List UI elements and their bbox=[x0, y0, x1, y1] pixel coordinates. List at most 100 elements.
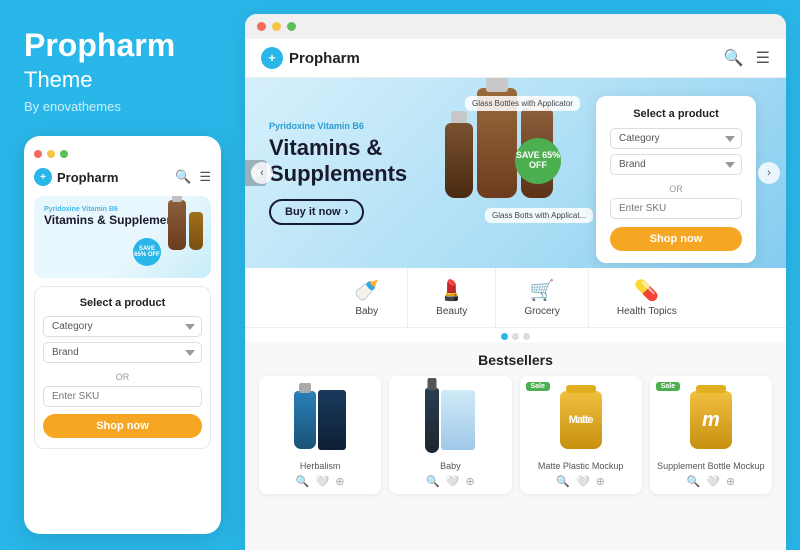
baby-icon: 🍼 bbox=[354, 278, 379, 303]
browser-bar bbox=[245, 14, 786, 39]
mobile-logo: + Propharm bbox=[34, 168, 118, 186]
right-panel: + Propharm 🔍 ☰ ⚙ Pyridoxine Vitamin B6 V… bbox=[245, 14, 786, 550]
baby-dropper bbox=[425, 388, 439, 453]
mobile-category-select[interactable]: Category bbox=[43, 316, 202, 337]
cat-dot-1 bbox=[501, 333, 508, 340]
wishlist-icon-2[interactable]: 🔍 bbox=[426, 475, 440, 488]
wishlist-icon-3[interactable]: 🔍 bbox=[556, 475, 570, 488]
product-label-baby: Baby bbox=[395, 461, 505, 471]
mobile-nav: + Propharm 🔍 ☰ bbox=[34, 168, 211, 186]
sale-badge-matte: Sale bbox=[526, 382, 550, 391]
mobile-mockup: + Propharm 🔍 ☰ Pyridoxine Vitamin B6 Vit… bbox=[24, 136, 221, 534]
site-logo: + Propharm bbox=[261, 47, 360, 69]
category-dots bbox=[245, 328, 786, 342]
mobile-hero-banner: Pyridoxine Vitamin B6 Vitamins & Supplem… bbox=[34, 196, 211, 278]
mobile-nav-icons: 🔍 ☰ bbox=[175, 169, 211, 185]
left-panel: Propharm Theme By enovathemes + Propharm… bbox=[0, 0, 245, 550]
mobile-window-dots bbox=[34, 150, 211, 158]
baby-box bbox=[441, 390, 475, 450]
bottle-1 bbox=[168, 200, 186, 250]
select-product-panel: Select a product Category Brand OR Shop … bbox=[596, 96, 756, 263]
site-hero-banner: ⚙ Pyridoxine Vitamin B6 Vitamins & Suppl… bbox=[245, 78, 786, 268]
wishlist-icon-1[interactable]: 🔍 bbox=[296, 475, 310, 488]
hero-title: Vitamins & Supplements bbox=[269, 135, 407, 188]
compare-icon-3[interactable]: ⊕ bbox=[596, 475, 605, 488]
sp-sku-input[interactable] bbox=[610, 198, 742, 219]
sp-category-select[interactable]: Category bbox=[610, 128, 742, 149]
supplement-jar-m: m bbox=[702, 409, 720, 432]
hero-next-button[interactable]: › bbox=[758, 162, 780, 184]
cart-icon-3[interactable]: 🤍 bbox=[576, 475, 590, 488]
theme-subtitle: Theme bbox=[24, 67, 221, 93]
mobile-select-product: Select a product Category Brand OR Shop … bbox=[34, 286, 211, 449]
compare-icon-4[interactable]: ⊕ bbox=[726, 475, 735, 488]
product-actions-herbalism: 🔍 🤍 ⊕ bbox=[265, 475, 375, 488]
cat-label-beauty: Beauty bbox=[436, 306, 467, 317]
product-actions-matte: 🔍 🤍 ⊕ bbox=[526, 475, 636, 488]
product-actions-baby: 🔍 🤍 ⊕ bbox=[395, 475, 505, 488]
mobile-sku-input[interactable] bbox=[43, 386, 202, 407]
mobile-shop-now-button[interactable]: Shop now bbox=[43, 414, 202, 438]
mobile-save-badge: SAVE 65% OFF bbox=[133, 238, 161, 266]
product-image-baby bbox=[395, 384, 505, 456]
herbalism-box bbox=[318, 390, 346, 450]
site-search-icon[interactable]: 🔍 bbox=[724, 48, 744, 68]
cart-icon-1[interactable]: 🤍 bbox=[316, 475, 330, 488]
site-logo-icon: + bbox=[261, 47, 283, 69]
hero-label-tag-1: Glass Bottles with Applicator bbox=[465, 96, 580, 111]
mobile-hero-bottles bbox=[168, 200, 203, 250]
hero-buy-now-button[interactable]: Buy it now › bbox=[269, 199, 364, 225]
sp-or-label: OR bbox=[610, 184, 742, 194]
matte-jar: Matte bbox=[560, 391, 602, 449]
category-item-baby[interactable]: 🍼 Baby bbox=[326, 268, 408, 327]
sp-brand-select[interactable]: Brand bbox=[610, 154, 742, 175]
site-logo-text: Propharm bbox=[289, 50, 360, 67]
hero-label-tag-2: Glass Botts with Applicat... bbox=[485, 208, 593, 223]
cat-label-grocery: Grocery bbox=[524, 306, 560, 317]
category-item-beauty[interactable]: 💄 Beauty bbox=[408, 268, 496, 327]
search-icon[interactable]: 🔍 bbox=[175, 169, 191, 185]
cat-dot-3 bbox=[523, 333, 530, 340]
product-actions-supplement: 🔍 🤍 ⊕ bbox=[656, 475, 766, 488]
grocery-icon: 🛒 bbox=[530, 278, 555, 303]
product-card-matte: Sale Matte Matte Plastic Mockup 🔍 🤍 ⊕ bbox=[520, 376, 642, 494]
bestsellers-section: Bestsellers Herbalism 🔍 🤍 ⊕ bbox=[245, 342, 786, 550]
browser-content: + Propharm 🔍 ☰ ⚙ Pyridoxine Vitamin B6 V… bbox=[245, 39, 786, 550]
matte-jar-text: Matte bbox=[569, 414, 593, 426]
mobile-or-label: OR bbox=[43, 372, 202, 382]
cart-icon-2[interactable]: 🤍 bbox=[446, 475, 460, 488]
site-nav: + Propharm 🔍 ☰ bbox=[245, 39, 786, 78]
mobile-brand-select[interactable]: Brand bbox=[43, 342, 202, 363]
mobile-select-title: Select a product bbox=[43, 297, 202, 309]
hero-prev-button[interactable]: ‹ bbox=[251, 162, 273, 184]
site-menu-icon[interactable]: ☰ bbox=[756, 48, 770, 68]
product-image-herbalism bbox=[265, 384, 375, 456]
sp-shop-now-button[interactable]: Shop now bbox=[610, 227, 742, 251]
mobile-dot-yellow bbox=[47, 150, 55, 158]
herbalism-bottle bbox=[294, 391, 316, 449]
compare-icon-1[interactable]: ⊕ bbox=[335, 475, 344, 488]
sp-title: Select a product bbox=[610, 108, 742, 120]
site-nav-icons: 🔍 ☰ bbox=[724, 48, 770, 68]
bottle-2 bbox=[189, 212, 203, 250]
mobile-dot-red bbox=[34, 150, 42, 158]
menu-icon[interactable]: ☰ bbox=[199, 169, 211, 185]
wishlist-icon-4[interactable]: 🔍 bbox=[687, 475, 701, 488]
health-icon: 💊 bbox=[634, 278, 659, 303]
browser-dot-green bbox=[287, 22, 296, 31]
product-label-herbalism: Herbalism bbox=[265, 461, 375, 471]
hero-bottle-3 bbox=[445, 123, 473, 198]
compare-icon-2[interactable]: ⊕ bbox=[465, 475, 474, 488]
supplement-jar: m bbox=[690, 391, 732, 449]
category-item-grocery[interactable]: 🛒 Grocery bbox=[496, 268, 589, 327]
mobile-logo-icon: + bbox=[34, 168, 52, 186]
product-image-matte: Matte bbox=[526, 384, 636, 456]
bestsellers-grid: Herbalism 🔍 🤍 ⊕ Baby 🔍 bbox=[259, 376, 772, 494]
cat-label-baby: Baby bbox=[355, 306, 378, 317]
browser-dot-yellow bbox=[272, 22, 281, 31]
category-item-health[interactable]: 💊 Health Topics bbox=[589, 268, 705, 327]
bestsellers-title: Bestsellers bbox=[259, 352, 772, 368]
cart-icon-4[interactable]: 🤍 bbox=[706, 475, 720, 488]
product-label-matte: Matte Plastic Mockup bbox=[526, 461, 636, 471]
mobile-dot-green bbox=[60, 150, 68, 158]
